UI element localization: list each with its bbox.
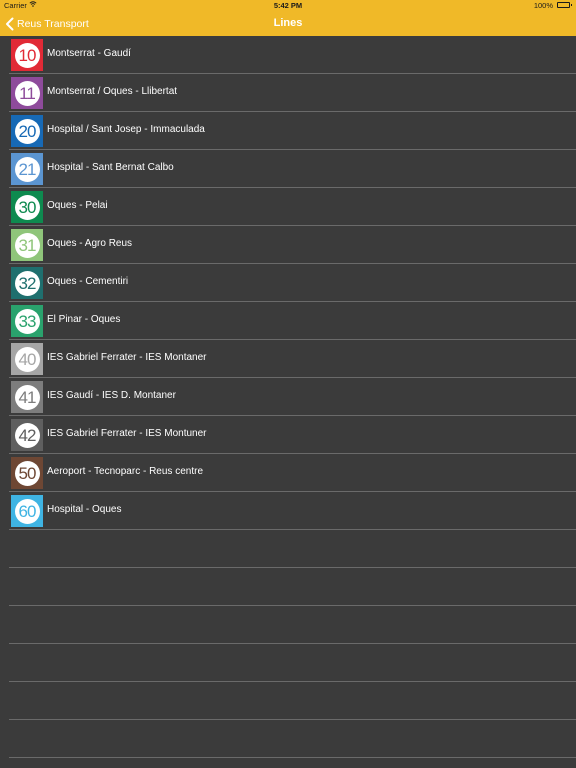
- line-badge: 33: [11, 305, 43, 337]
- lines-list: 10 Montserrat - Gaudí 11 Montserrat / Oques…: [0, 36, 576, 758]
- line-badge: 32: [11, 267, 43, 299]
- clock: 5:42 PM: [273, 1, 303, 10]
- line-number: 21: [14, 156, 40, 182]
- line-name: Hospital - Oques: [47, 504, 122, 515]
- line-row[interactable]: 30 Oques - Pelai: [0, 188, 576, 226]
- line-row[interactable]: 40 IES Gabriel Ferrater - IES Montaner: [0, 340, 576, 378]
- empty-row: [0, 720, 576, 758]
- line-badge: 60: [11, 495, 43, 527]
- line-name: Aeroport - Tecnoparc - Reus centre: [47, 466, 204, 477]
- line-badge: 50: [11, 457, 43, 489]
- status-bar: Carrier 5:42 PM 100%: [0, 0, 576, 12]
- page-title: Lines: [273, 17, 303, 29]
- line-row[interactable]: 11 Montserrat / Oques - Llibertat: [0, 74, 576, 112]
- empty-row: [0, 682, 576, 720]
- line-row[interactable]: 21 Hospital - Sant Bernat Calbo: [0, 150, 576, 188]
- line-name: Hospital / Sant Josep - Immaculada: [47, 124, 205, 135]
- line-name: IES Gabriel Ferrater - IES Montuner: [47, 428, 207, 439]
- line-badge: 40: [11, 343, 43, 375]
- line-number: 50: [14, 460, 40, 486]
- line-name: Oques - Cementiri: [47, 276, 129, 287]
- empty-row: [0, 568, 576, 606]
- navigation-bar: Reus Transport Lines: [0, 12, 576, 36]
- line-row[interactable]: 41 IES Gaudí - IES D. Montaner: [0, 378, 576, 416]
- line-number: 42: [14, 422, 40, 448]
- line-badge: 20: [11, 115, 43, 147]
- line-number: 30: [14, 194, 40, 220]
- line-name: IES Gabriel Ferrater - IES Montaner: [47, 352, 207, 363]
- line-name: Oques - Agro Reus: [47, 238, 133, 249]
- line-number: 41: [14, 384, 40, 410]
- empty-row: [0, 644, 576, 682]
- line-row[interactable]: 20 Hospital / Sant Josep - Immaculada: [0, 112, 576, 150]
- line-row[interactable]: 32 Oques - Cementiri: [0, 264, 576, 302]
- line-row[interactable]: 50 Aeroport - Tecnoparc - Reus centre: [0, 454, 576, 492]
- line-name: El Pinar - Oques: [47, 314, 121, 325]
- line-number: 60: [14, 498, 40, 524]
- line-number: 10: [14, 42, 40, 68]
- line-badge: 30: [11, 191, 43, 223]
- line-badge: 41: [11, 381, 43, 413]
- line-name: Montserrat - Gaudí: [47, 48, 131, 59]
- line-number: 40: [14, 346, 40, 372]
- line-name: IES Gaudí - IES D. Montaner: [47, 390, 176, 401]
- line-number: 20: [14, 118, 40, 144]
- line-row[interactable]: 10 Montserrat - Gaudí: [0, 36, 576, 74]
- line-row[interactable]: 33 El Pinar - Oques: [0, 302, 576, 340]
- line-name: Hospital - Sant Bernat Calbo: [47, 162, 174, 173]
- battery-icon: [557, 2, 572, 8]
- line-badge: 31: [11, 229, 43, 261]
- battery-percent: 100%: [533, 1, 553, 10]
- line-badge: 42: [11, 419, 43, 451]
- line-row[interactable]: 60 Hospital - Oques: [0, 492, 576, 530]
- line-badge: 21: [11, 153, 43, 185]
- line-badge: 10: [11, 39, 43, 71]
- line-number: 33: [14, 308, 40, 334]
- line-name: Oques - Pelai: [47, 200, 108, 211]
- line-number: 32: [14, 270, 40, 296]
- line-name: Montserrat / Oques - Llibertat: [47, 86, 178, 97]
- line-row[interactable]: 31 Oques - Agro Reus: [0, 226, 576, 264]
- line-row[interactable]: 42 IES Gabriel Ferrater - IES Montuner: [0, 416, 576, 454]
- line-number: 31: [14, 232, 40, 258]
- line-number: 11: [14, 80, 40, 106]
- empty-row: [0, 606, 576, 644]
- line-badge: 11: [11, 77, 43, 109]
- empty-row: [0, 530, 576, 568]
